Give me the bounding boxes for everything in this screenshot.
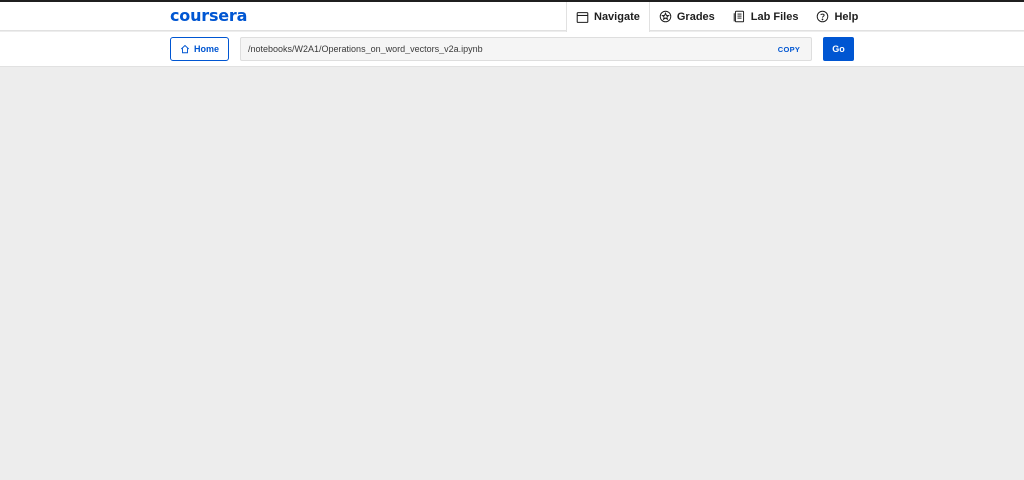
nav-lab-files[interactable]: Lab Files — [724, 2, 808, 31]
file-icon — [733, 10, 746, 23]
nav-help[interactable]: Help — [807, 2, 867, 31]
help-icon — [816, 10, 829, 23]
go-button[interactable]: Go — [823, 37, 854, 61]
notebook-path-input[interactable] — [241, 38, 769, 60]
app-header: coursera Navigate Grades Lab Files Help — [0, 2, 1024, 32]
nav-lab-files-label: Lab Files — [750, 10, 799, 23]
header-nav: Navigate Grades Lab Files Help — [566, 2, 867, 32]
notebook-path-field: COPY — [240, 37, 812, 61]
home-button[interactable]: Home — [170, 37, 229, 61]
notebook-toolbar: Home COPY Go — [0, 32, 1024, 67]
star-badge-icon — [659, 10, 672, 23]
home-button-label: Home — [193, 44, 219, 54]
lab-content-area — [0, 68, 1024, 480]
nav-help-label: Help — [834, 10, 859, 23]
copy-button[interactable]: COPY — [769, 45, 809, 54]
home-icon — [180, 44, 190, 54]
nav-navigate-label: Navigate — [594, 11, 640, 23]
nav-navigate[interactable]: Navigate — [566, 2, 650, 32]
nav-grades-label: Grades — [676, 10, 715, 23]
nav-grades[interactable]: Grades — [650, 2, 724, 31]
window-icon — [576, 11, 589, 24]
coursera-logo[interactable]: coursera — [170, 7, 247, 25]
